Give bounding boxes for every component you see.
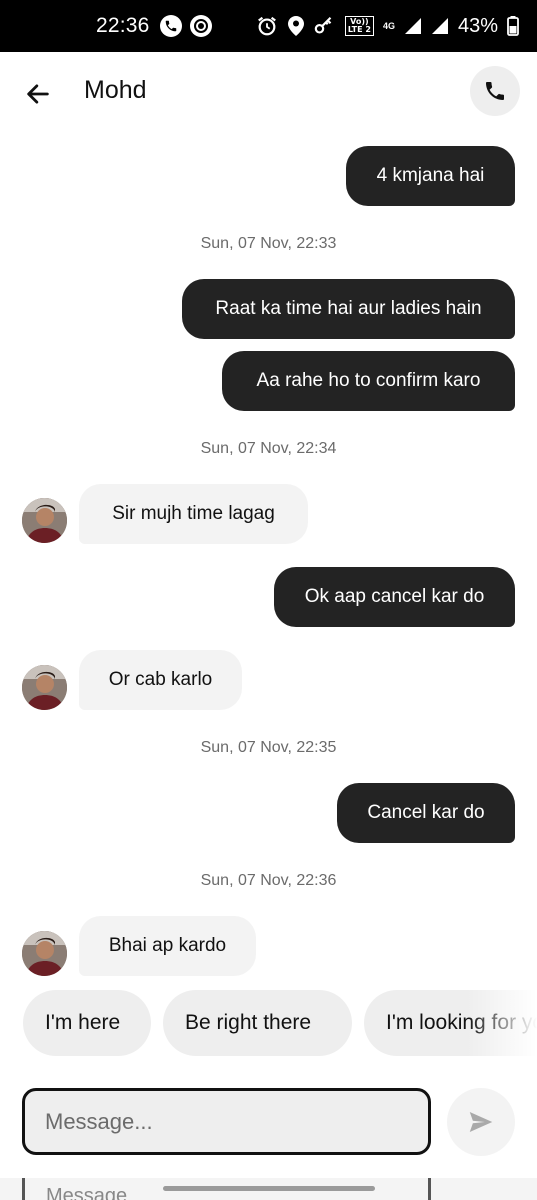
status-time: 22:36 <box>96 14 150 37</box>
status-bar: 22:36 Vo)) LTE 2 4G 43% <box>0 0 537 52</box>
avatar[interactable] <box>22 665 67 710</box>
message-timestamp: Sun, 07 Nov, 22:34 <box>200 440 337 457</box>
battery-icon <box>507 16 519 36</box>
quick-reply-chip[interactable]: I'm here <box>23 990 151 1056</box>
battery-percent: 43% <box>457 14 498 37</box>
quick-replies: I'm here Be right there I'm looking for … <box>0 990 537 1058</box>
vpn-key-icon <box>314 16 332 34</box>
volte-line2: LTE 2 <box>347 25 371 34</box>
alarm-icon <box>257 16 276 36</box>
quick-reply-chip[interactable]: Be right there <box>163 990 352 1056</box>
message-outgoing[interactable]: Ok aap cancel kar do <box>274 567 515 627</box>
signal-icon-1 <box>404 18 421 34</box>
volte-icon: Vo)) LTE 2 <box>344 16 374 36</box>
message-outgoing[interactable]: Aa rahe ho to confirm karo <box>222 351 515 411</box>
home-indicator[interactable] <box>163 1186 375 1191</box>
message-timestamp: Sun, 07 Nov, 22:33 <box>200 235 337 252</box>
chat-header: Mohd <box>0 52 537 132</box>
avatar[interactable] <box>22 931 67 976</box>
record-icon <box>189 15 212 37</box>
partial-input-placeholder: Message <box>46 1185 128 1200</box>
status-left-icons <box>159 15 212 37</box>
avatar[interactable] <box>22 498 67 543</box>
message-input[interactable] <box>22 1088 431 1155</box>
message-incoming[interactable]: Bhai ap kardo <box>79 916 256 976</box>
location-icon <box>287 16 304 36</box>
phone-icon <box>486 82 504 100</box>
contact-name: Mohd <box>84 76 147 104</box>
send-button[interactable] <box>447 1088 515 1156</box>
arrow-left-icon <box>27 84 49 104</box>
message-incoming[interactable]: Or cab karlo <box>79 650 242 710</box>
quick-reply-chip[interactable]: I'm looking for you <box>364 990 537 1056</box>
whatsapp-call-icon <box>159 15 182 37</box>
message-outgoing[interactable]: 4 kmjana hai <box>346 146 515 206</box>
signal-icon-2 <box>431 18 448 34</box>
back-button[interactable] <box>18 74 58 114</box>
message-timestamp: Sun, 07 Nov, 22:35 <box>200 739 337 756</box>
network-type: 4G <box>382 21 395 31</box>
message-timestamp: Sun, 07 Nov, 22:36 <box>200 872 337 889</box>
message-outgoing[interactable]: Cancel kar do <box>337 783 515 843</box>
call-button[interactable] <box>470 66 520 116</box>
message-outgoing[interactable]: Raat ka time hai aur ladies hain <box>182 279 515 339</box>
send-icon <box>469 1112 493 1132</box>
status-right-icons: Vo)) LTE 2 4G 43% <box>256 15 519 38</box>
message-incoming[interactable]: Sir mujh time lagag <box>79 484 308 544</box>
